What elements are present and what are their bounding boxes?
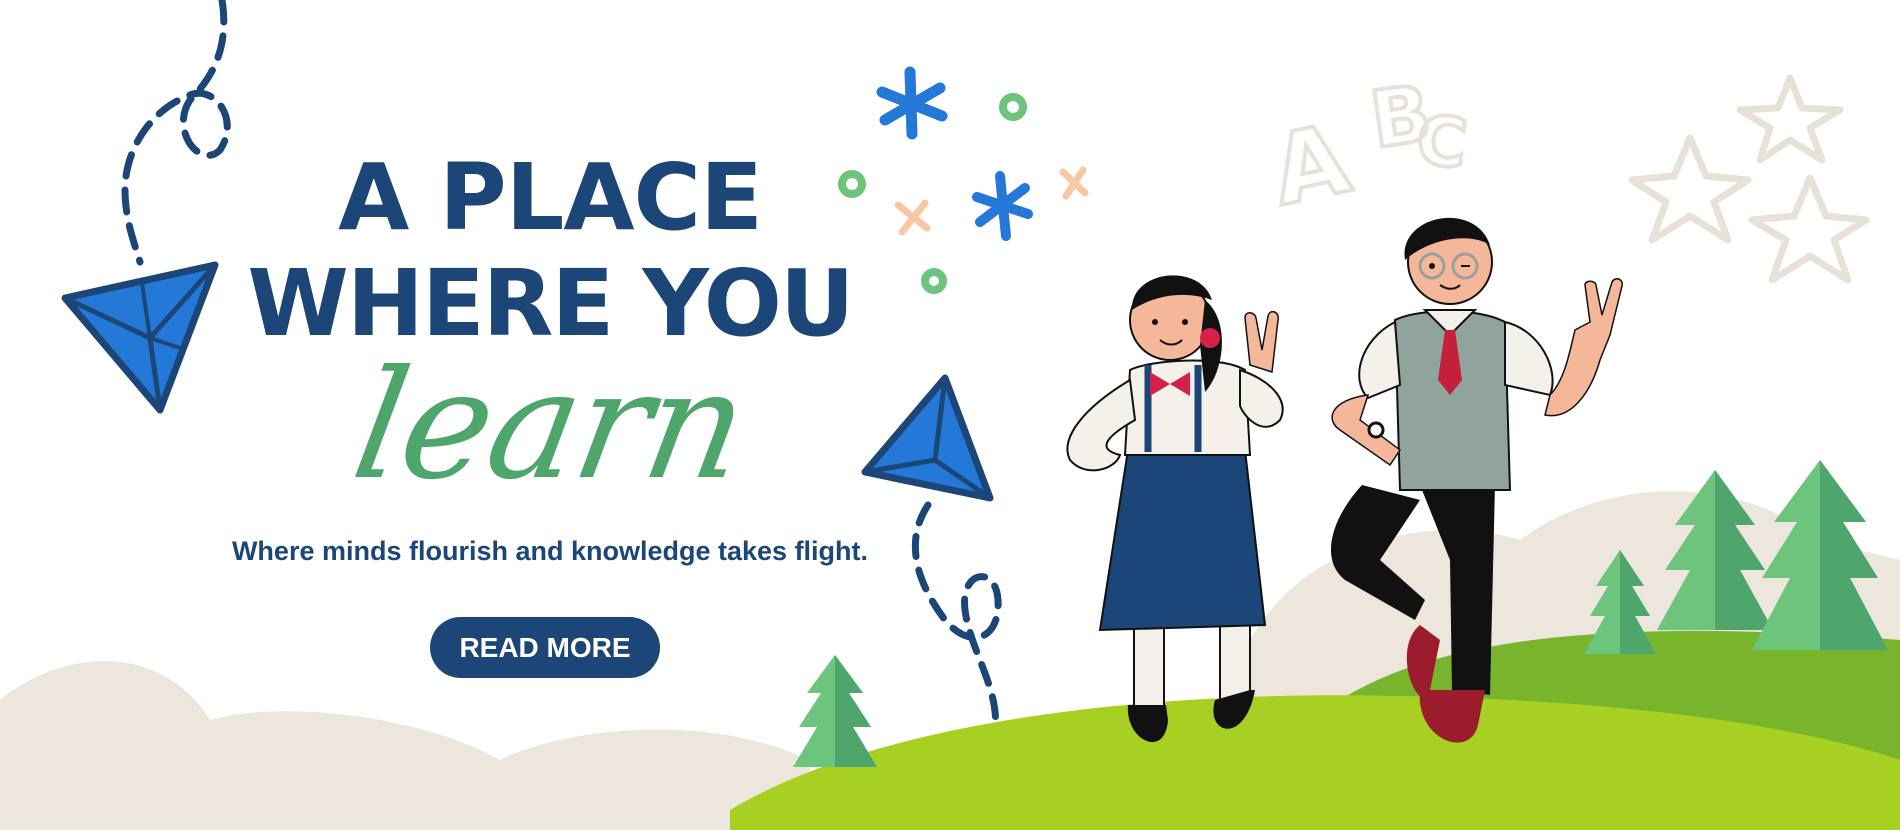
paper-plane-icon [861, 374, 994, 502]
star-outline-icon [1628, 74, 1870, 284]
dashed-flight-path-center [911, 501, 1002, 734]
letter-a: A [1262, 102, 1358, 227]
tree-icon [793, 655, 877, 767]
sparkle-icon [876, 66, 948, 140]
background-hill-left [0, 661, 810, 830]
paper-plane-icon [61, 261, 219, 414]
read-more-button[interactable]: READ MORE [430, 617, 660, 678]
headline-script-word: learn [342, 339, 758, 513]
girl-student-illustration [1066, 275, 1284, 743]
sparkle-icon [972, 171, 1033, 241]
abc-letters-icon: A B C [1260, 67, 1472, 230]
dashed-flight-path-left [121, 0, 231, 266]
letter-c: C [1413, 101, 1471, 185]
headline-line-1: A PLACE [338, 144, 763, 251]
hero-tagline: Where minds flourish and knowledge takes… [231, 536, 869, 566]
hero-headline: A PLACE WHERE YOU learn [230, 144, 870, 514]
hero-banner: A B C A PLACE WHERE YOU learn Where mind… [0, 0, 1900, 830]
